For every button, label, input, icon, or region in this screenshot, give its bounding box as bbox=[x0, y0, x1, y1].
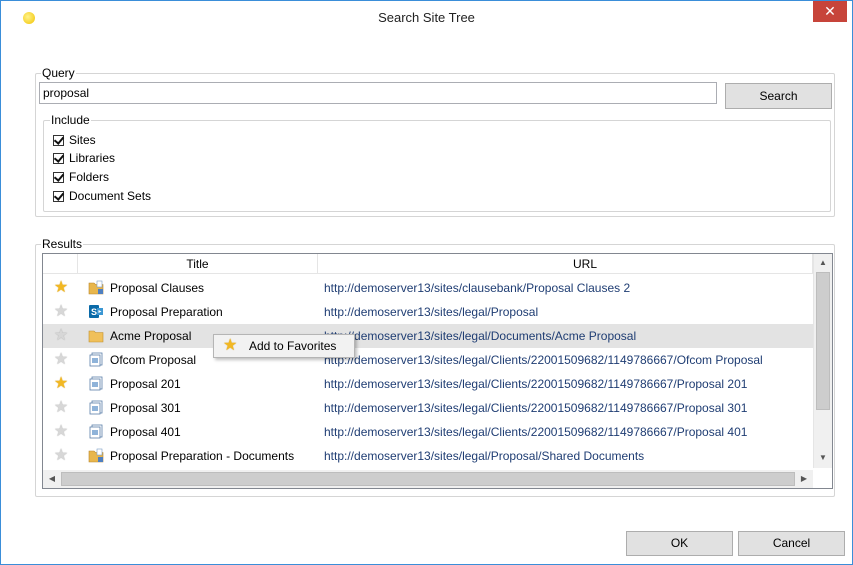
add-to-favorites-menu-item[interactable]: ★ Add to Favorites bbox=[214, 335, 354, 357]
result-url: http://demoserver13/sites/legal/Proposal bbox=[324, 305, 539, 319]
favorite-star-icon[interactable]: ★ bbox=[53, 304, 69, 320]
query-legend: Query bbox=[41, 66, 76, 80]
document-set-icon bbox=[89, 376, 103, 391]
include-document-sets-option[interactable]: Document Sets bbox=[53, 187, 151, 205]
document-sets-label: Document Sets bbox=[69, 189, 152, 203]
context-menu: ★ Add to Favorites bbox=[213, 334, 355, 358]
scroll-up-arrow-icon[interactable]: ▲ bbox=[815, 255, 831, 271]
table-row[interactable]: ★ Proposal 401 http://demoserver13/sites… bbox=[43, 420, 813, 444]
scroll-right-arrow-icon[interactable]: ▶ bbox=[796, 471, 812, 487]
favorite-star-icon[interactable]: ★ bbox=[53, 280, 69, 296]
add-to-favorites-label: Add to Favorites bbox=[249, 339, 337, 353]
favorite-star-icon[interactable]: ★ bbox=[53, 424, 69, 440]
results-legend: Results bbox=[41, 237, 84, 251]
sites-label: Sites bbox=[69, 133, 96, 147]
result-url: http://demoserver13/sites/legal/Clients/… bbox=[324, 425, 748, 439]
favorite-star-icon[interactable]: ★ bbox=[53, 400, 69, 416]
horizontal-scrollbar[interactable]: ◀ ▶ bbox=[43, 470, 813, 488]
document-set-icon bbox=[89, 352, 103, 367]
include-folders-option[interactable]: Folders bbox=[53, 168, 109, 186]
result-title: Proposal 301 bbox=[110, 401, 181, 415]
libraries-checkbox[interactable] bbox=[53, 152, 64, 164]
table-row[interactable]: ★ Proposal Clauses http://demoserver13/s… bbox=[43, 276, 813, 300]
close-button[interactable]: ✕ bbox=[813, 1, 847, 22]
favorite-star-icon: ★ bbox=[223, 337, 238, 354]
result-title: Proposal 401 bbox=[110, 425, 181, 439]
search-site-tree-dialog: Search Site Tree ✕ Query proposal Search… bbox=[0, 0, 853, 565]
scroll-left-arrow-icon[interactable]: ◀ bbox=[44, 471, 60, 487]
favorite-star-icon[interactable]: ★ bbox=[53, 328, 69, 344]
result-title: Proposal Preparation - Documents bbox=[110, 449, 295, 463]
ok-button[interactable]: OK bbox=[626, 531, 733, 556]
search-button[interactable]: Search bbox=[725, 83, 832, 109]
table-row[interactable]: ★ Proposal 201 http://demoserver13/sites… bbox=[43, 372, 813, 396]
folder-icon bbox=[88, 330, 104, 343]
column-header-url[interactable]: URL bbox=[318, 254, 813, 274]
result-title: Ofcom Proposal bbox=[110, 353, 197, 367]
table-row[interactable]: ★ Proposal 301 http://demoserver13/sites… bbox=[43, 396, 813, 420]
result-url: http://demoserver13/sites/legal/Clients/… bbox=[324, 401, 748, 415]
result-url: http://demoserver13/sites/legal/Document… bbox=[324, 329, 637, 343]
table-row[interactable]: ★ S Proposal Preparation http://demoserv… bbox=[43, 300, 813, 324]
document-set-icon bbox=[89, 424, 103, 439]
include-group bbox=[43, 120, 831, 212]
vertical-scroll-thumb[interactable] bbox=[816, 272, 830, 410]
result-title: Acme Proposal bbox=[110, 329, 192, 343]
result-url: http://demoserver13/sites/legal/Clients/… bbox=[324, 377, 748, 391]
document-set-icon bbox=[89, 400, 103, 415]
cancel-button[interactable]: Cancel bbox=[738, 531, 845, 556]
libraries-label: Libraries bbox=[69, 151, 116, 165]
horizontal-scroll-thumb[interactable] bbox=[61, 472, 795, 486]
scroll-down-arrow-icon[interactable]: ▼ bbox=[815, 450, 831, 466]
svg-text:S: S bbox=[91, 307, 97, 317]
table-row[interactable]: ★ Proposal Preparation - Documents http:… bbox=[43, 444, 813, 468]
query-input[interactable]: proposal bbox=[39, 82, 717, 104]
library-folder-icon bbox=[88, 448, 104, 463]
result-title: Proposal Preparation bbox=[110, 305, 223, 319]
result-url: http://demoserver13/sites/legal/Proposal… bbox=[324, 449, 645, 463]
results-list: Title URL ★ Proposal Clauses http://demo… bbox=[42, 253, 833, 489]
window-title: Search Site Tree bbox=[378, 10, 475, 25]
result-title: Proposal 201 bbox=[110, 377, 181, 391]
result-url: http://demoserver13/sites/clausebank/Pro… bbox=[324, 281, 631, 295]
result-url: http://demoserver13/sites/legal/Clients/… bbox=[324, 353, 763, 367]
vertical-scrollbar[interactable]: ▲ ▼ bbox=[813, 254, 832, 468]
sites-checkbox[interactable] bbox=[53, 134, 64, 146]
favorite-star-icon[interactable]: ★ bbox=[53, 352, 69, 368]
column-header-favorite[interactable] bbox=[43, 254, 78, 274]
include-libraries-option[interactable]: Libraries bbox=[53, 149, 115, 167]
include-legend: Include bbox=[50, 113, 91, 127]
include-sites-option[interactable]: Sites bbox=[53, 131, 96, 149]
favorite-star-icon[interactable]: ★ bbox=[53, 448, 69, 464]
folders-checkbox[interactable] bbox=[53, 171, 64, 183]
column-header-title[interactable]: Title bbox=[78, 254, 318, 274]
table-row[interactable]: ★ Ofcom Proposal http://demoserver13/sit… bbox=[43, 348, 813, 372]
folders-label: Folders bbox=[69, 170, 110, 184]
document-sets-checkbox[interactable] bbox=[53, 190, 64, 202]
result-title: Proposal Clauses bbox=[110, 281, 205, 295]
title-bar: Search Site Tree ✕ bbox=[1, 1, 852, 34]
table-row[interactable]: ★ Acme Proposal http://demoserver13/site… bbox=[43, 324, 813, 348]
favorite-star-icon[interactable]: ★ bbox=[53, 376, 69, 392]
library-folder-icon bbox=[88, 280, 104, 295]
sharepoint-site-icon: S bbox=[89, 305, 103, 318]
